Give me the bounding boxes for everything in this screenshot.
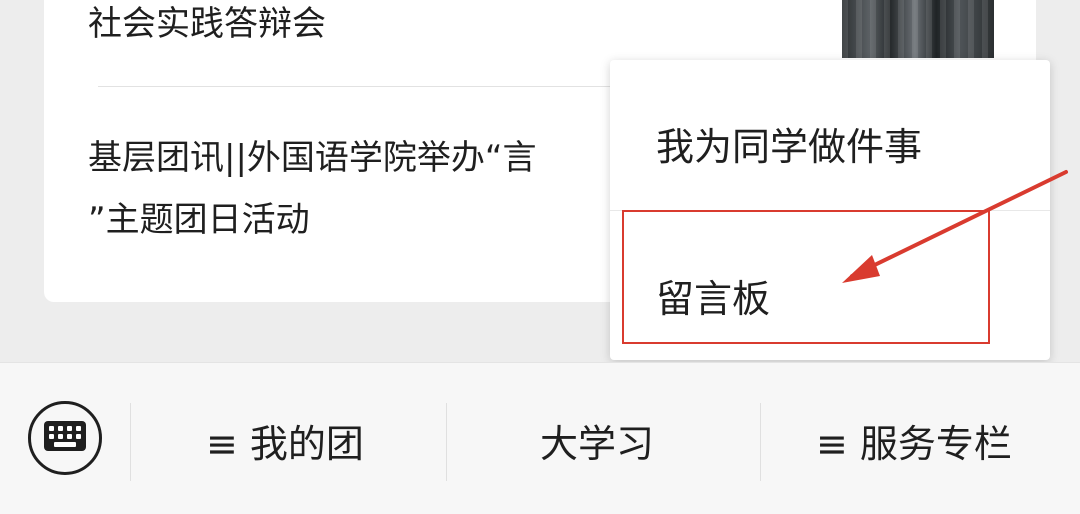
keyboard-toggle-icon[interactable] [28,401,102,475]
article-title-line1: 基层团讯||外国语学院举办“言 [88,138,537,178]
bar-item-my-league[interactable]: ≡ 我的团 [206,413,364,468]
bar-item-services[interactable]: ≡ 服务专栏 [816,413,1012,468]
bar-separator [760,403,761,481]
article-title-line2: ”主题团日活动 [88,200,310,240]
bar-separator [446,403,447,481]
bar-separator [130,403,131,481]
feed-divider [98,86,638,87]
article-title: 社会实践答辩会 [88,4,326,44]
article-thumbnail[interactable] [842,0,994,58]
annotation-highlight-box [622,210,990,344]
bottom-menu-bar: ≡ 我的团 大学习 ≡ 服务专栏 [0,362,1080,514]
bar-item-youth-study[interactable]: 大学习 [540,413,654,468]
menu-item-help-classmates[interactable]: 我为同学做件事 [656,116,922,171]
